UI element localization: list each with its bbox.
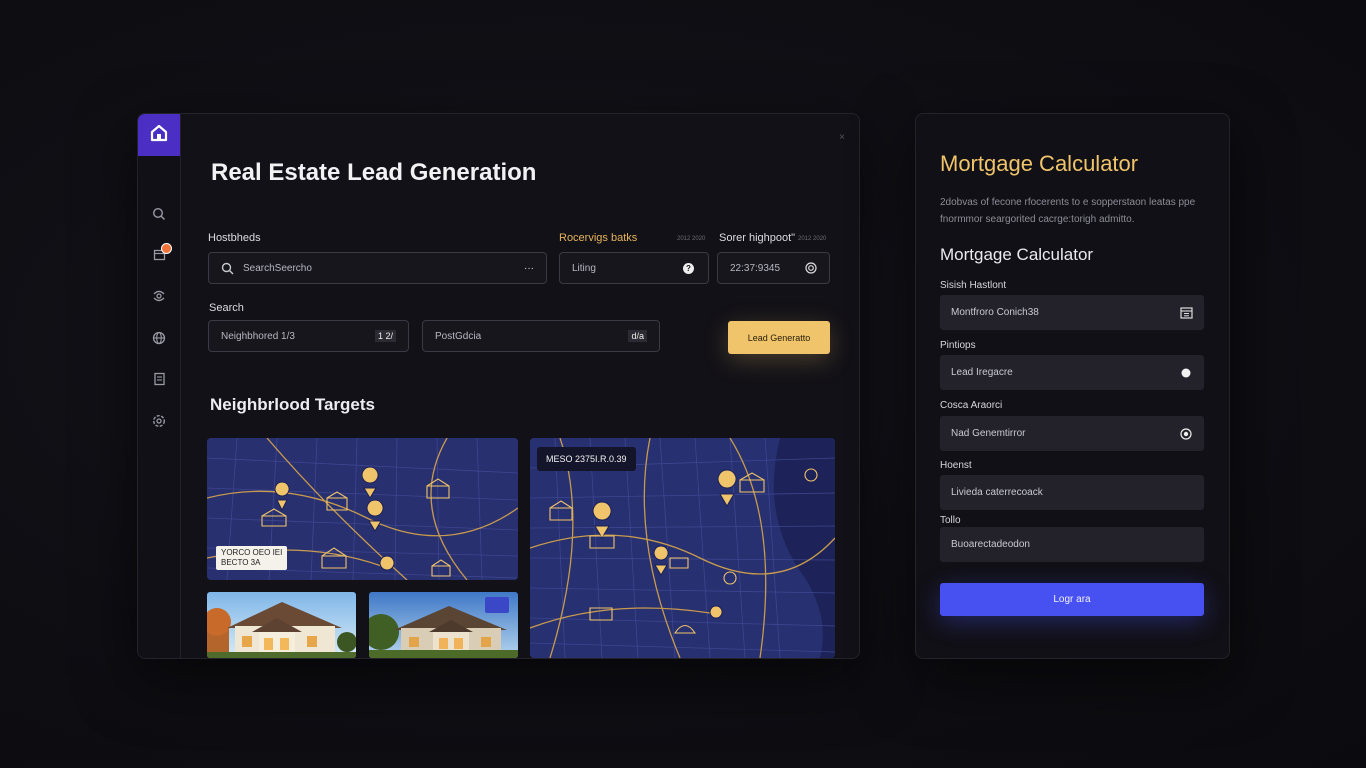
globe-icon (152, 331, 166, 350)
listing-select[interactable]: Liting ? (559, 252, 709, 284)
rocervigs-label: Rocervigs batks (559, 232, 638, 244)
map-1-tag: YORCO OEO IEI BECTO 3A (216, 546, 288, 570)
more-icon[interactable]: ··· (524, 263, 534, 274)
search-icon (152, 207, 166, 226)
mortgage-field-1[interactable]: Montfroro Conich38 (940, 295, 1204, 330)
sidebar-item-document[interactable] (151, 372, 167, 391)
neighborhood-map-2[interactable]: MESO 2375I.R.0.39 (530, 438, 835, 658)
map-2-tag: MESO 2375I.R.0.39 (537, 447, 636, 471)
time-value: 22:37:9345 (730, 262, 781, 274)
neighborhood-map-1[interactable]: YORCO OEO IEI BECTO 3A (207, 438, 518, 580)
sidebar-item-settings[interactable] (151, 414, 167, 433)
app-logo[interactable] (138, 114, 180, 156)
neighborhood-targets-heading: Neighbrlood Targets (210, 395, 375, 414)
field-label-4: Hoenst (940, 460, 972, 471)
mortgage-field-3[interactable]: Nad Genemtirror (940, 416, 1204, 451)
search-icon (221, 262, 234, 275)
sidebar-item-calendar[interactable] (151, 243, 172, 265)
search-label: Search (209, 302, 244, 314)
sidebar-item-globe[interactable] (151, 331, 167, 350)
mortgage-subtitle: Mortgage Calculator (940, 245, 1094, 264)
hostbheds-label: Hostbheds (208, 232, 261, 244)
close-icon[interactable]: × (839, 132, 845, 143)
rocervigs-meta: 2012 2020 (677, 236, 706, 242)
postal-value: PostGdcia (435, 330, 482, 342)
help-icon[interactable]: ? (683, 262, 694, 274)
field-value-1: Montfroro Conich38 (951, 307, 1039, 318)
property-photo-2[interactable] (369, 592, 518, 658)
lead-generation-panel: × Real Estate Lead Generation Hostbheds … (137, 113, 860, 659)
mortgage-title: Mortgage Calculator (940, 151, 1139, 176)
postal-badge: d/a (628, 330, 647, 342)
target-icon[interactable] (805, 262, 817, 274)
field-label-3: Cosca Araorci (940, 400, 1003, 411)
notification-badge (161, 243, 172, 254)
sidebar-item-search[interactable] (151, 207, 167, 226)
neighborhood-badge: 1 2/ (374, 330, 396, 342)
sidebar (138, 114, 181, 658)
map-1-tag-line1: YORCO OEO IEI (221, 548, 283, 557)
field-value-5: Buoarectadeodon (951, 539, 1030, 550)
listing-value: Liting (572, 262, 596, 274)
field-label-1: Sisish Hastlont (940, 280, 1007, 291)
target-icon[interactable] (1179, 427, 1193, 441)
mortgage-calculator-panel: Mortgage Calculator 2dobvas of fecone rf… (915, 113, 1230, 659)
search-input[interactable]: SearchSeercho ··· (208, 252, 547, 284)
field-value-2: Lead Iregacre (951, 367, 1013, 378)
time-input[interactable]: 22:37:9345 (717, 252, 830, 284)
field-label-2: Pintiops (940, 340, 976, 351)
page-title: Real Estate Lead Generation (211, 159, 537, 186)
mortgage-submit-button[interactable]: Logr ara (940, 583, 1204, 616)
calendar-icon[interactable] (1179, 306, 1193, 320)
settings-icon (152, 414, 166, 433)
field-label-5: Tollo (940, 515, 961, 526)
field-value-3: Nad Genemtirror (951, 428, 1026, 439)
sorer-meta: 2012 2020 (798, 236, 827, 242)
postal-code-input[interactable]: PostGdcia d/a (422, 320, 660, 352)
lead-generate-button[interactable]: Lead Generatto (728, 321, 830, 354)
mortgage-description: 2dobvas of fecone rfocerents to e sopper… (940, 197, 1196, 225)
house-icon (149, 123, 169, 148)
sidebar-item-filter[interactable] (151, 290, 167, 306)
dot-icon[interactable] (1179, 366, 1193, 380)
property-photo-1[interactable] (207, 592, 356, 658)
sorer-label: Sorer highpoot" (719, 232, 796, 244)
mortgage-field-4[interactable]: Livieda caterrecoack (940, 475, 1204, 510)
document-icon (153, 372, 166, 391)
filter-icon (152, 289, 166, 308)
search-input-value: SearchSeercho (243, 262, 312, 274)
field-value-4: Livieda caterrecoack (951, 487, 1043, 498)
map-1-tag-line2: BECTO 3A (221, 558, 261, 567)
neighborhood-value: Neighbhored 1/3 (221, 330, 295, 342)
mortgage-field-5[interactable]: Buoarectadeodon (940, 527, 1204, 562)
neighborhood-select[interactable]: Neighbhored 1/3 1 2/ (208, 320, 409, 352)
mortgage-field-2[interactable]: Lead Iregacre (940, 355, 1204, 390)
